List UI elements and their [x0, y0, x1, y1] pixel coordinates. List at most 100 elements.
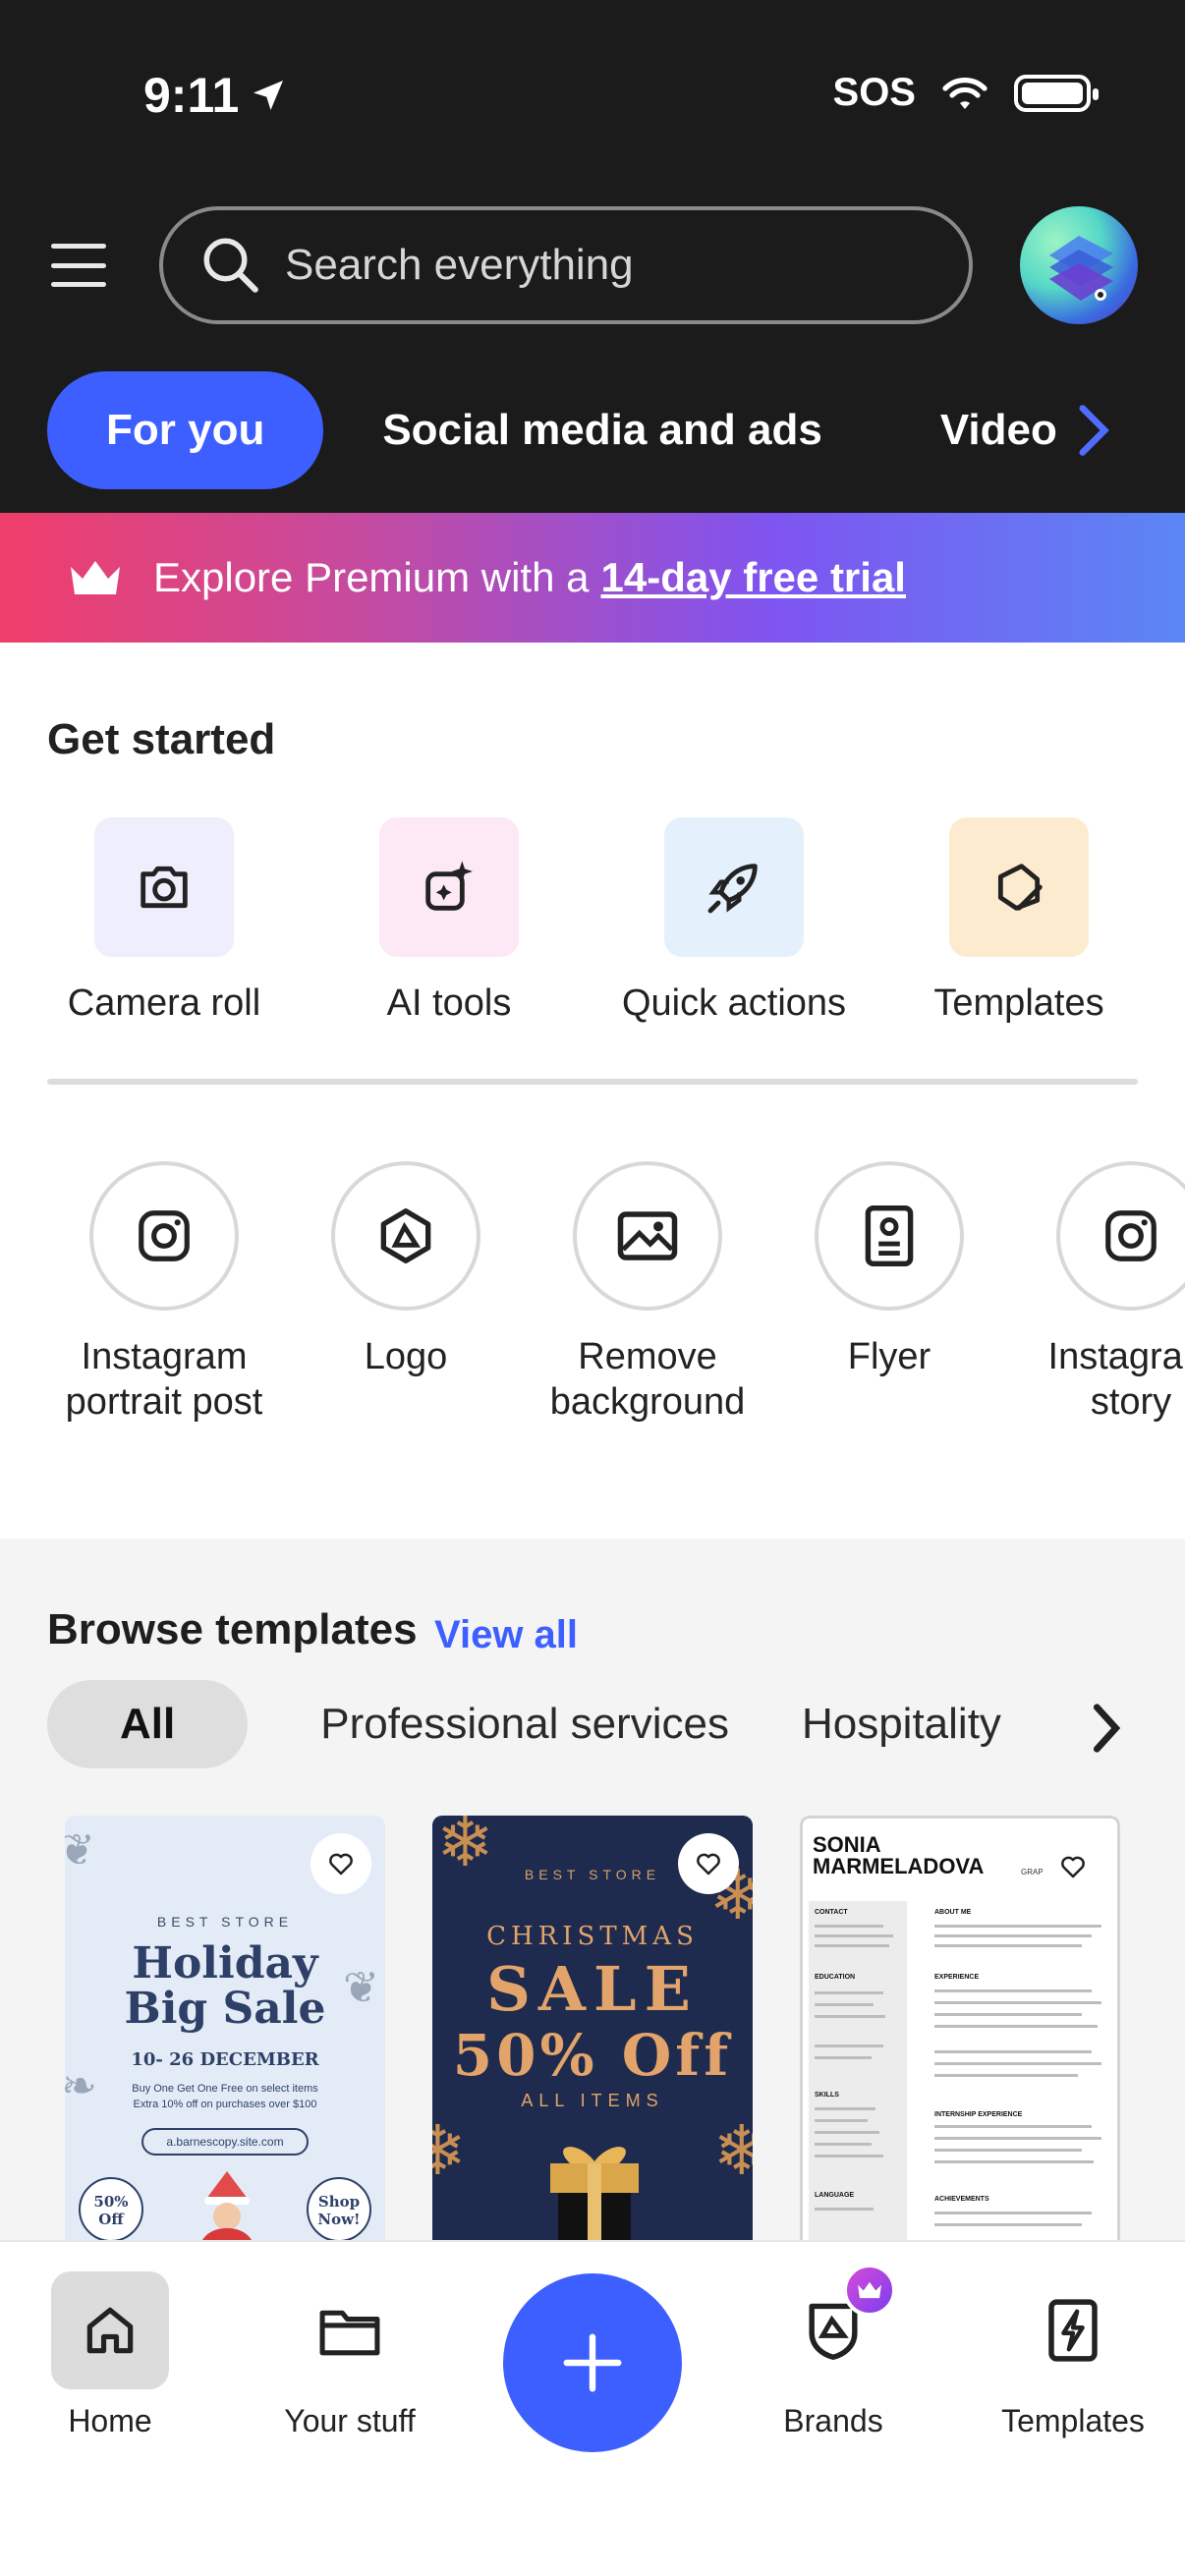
rocket-icon — [664, 817, 804, 957]
text-line — [815, 2208, 874, 2211]
camera-roll-label: Camera roll — [67, 982, 261, 1024]
nav-brands-label: Brands — [783, 2403, 883, 2438]
nav-brands[interactable]: Brands — [735, 2271, 931, 2439]
get-started-row: Camera roll AI tools Quick actions Templ… — [0, 817, 1185, 1025]
nav-your-stuff[interactable]: Your stuff — [252, 2271, 448, 2439]
location-arrow-icon — [254, 81, 284, 110]
search-input[interactable] — [285, 241, 914, 290]
flyer-icon — [815, 1161, 964, 1311]
logo-button[interactable]: Logo — [285, 1161, 527, 1425]
crown-icon — [71, 561, 120, 594]
text-line — [815, 2119, 868, 2122]
text-line — [934, 2160, 1094, 2163]
card-offer-line: Buy One Get One Free on select items — [132, 2083, 318, 2095]
resume-name: SONIA MARMELADOVA — [813, 1834, 984, 1877]
premium-crown-badge — [843, 2264, 896, 2317]
template-card-holiday-sale[interactable]: ❦ ❦ ❧ BEST STORE Holiday Big Sale 10- 26… — [65, 1816, 385, 2248]
battery-icon — [1014, 74, 1099, 112]
remove-background-button[interactable]: Remove background — [527, 1161, 768, 1425]
text-line — [934, 2013, 1082, 2016]
favorite-button[interactable] — [678, 1833, 739, 1894]
ai-tools-button[interactable]: AI tools — [307, 817, 592, 1025]
resume-name-line: SONIA — [813, 1832, 881, 1857]
menu-button[interactable] — [51, 244, 106, 287]
text-line — [934, 2223, 1082, 2226]
text-line — [934, 2001, 1101, 2004]
tab-social-media[interactable]: Social media and ads — [323, 371, 881, 489]
template-card-resume[interactable]: SONIA MARMELADOVA GRAPHIC CONTACT ABOUT … — [800, 1816, 1120, 2248]
nav-templates[interactable]: Templates — [975, 2271, 1171, 2439]
camera-roll-button[interactable]: Camera roll — [22, 817, 307, 1025]
templates-button[interactable]: Templates — [876, 817, 1161, 1025]
browse-templates-section: Browse templates View all All Profession… — [0, 1539, 1185, 2248]
view-all-link[interactable]: View all — [434, 1613, 578, 1657]
nav-home[interactable]: Home — [12, 2271, 208, 2439]
favorite-button[interactable] — [1043, 1836, 1103, 1897]
chip-hospitality[interactable]: Hospitality — [802, 1680, 1001, 1768]
status-time: 9:11 — [143, 67, 288, 124]
search-icon — [203, 238, 258, 293]
text-line — [815, 2143, 872, 2146]
section-divider — [47, 1079, 1138, 1085]
camera-icon — [94, 817, 234, 957]
templates-bolt-icon — [1014, 2271, 1132, 2389]
instagram-story-button[interactable]: Instagram story — [1010, 1161, 1185, 1425]
snowflake-decoration: ❄ — [712, 2112, 753, 2189]
resume-section-heading: INTERNSHIP EXPERIENCE — [934, 2111, 1023, 2118]
flyer-button[interactable]: Flyer — [768, 1161, 1010, 1425]
text-line — [934, 2025, 1098, 2028]
card-url: a.barnescopy.site.com — [141, 2128, 309, 2156]
logo-icon — [331, 1161, 480, 1311]
templates-label: Templates — [933, 982, 1104, 1024]
card-sale: SALE — [486, 1953, 699, 2025]
text-line — [934, 1944, 1082, 1947]
card-subtitle: ALL ITEMS — [521, 2091, 664, 2110]
chips-scroll-right-button[interactable] — [1087, 1700, 1126, 1762]
nav-your-stuff-label: Your stuff — [284, 2403, 416, 2438]
chip-all[interactable]: All — [47, 1680, 249, 1768]
bottom-navigation: Home Your stuff Brands Templates — [0, 2240, 1185, 2576]
tab-video[interactable]: Video — [881, 371, 1057, 489]
quick-actions-button[interactable]: Quick actions — [592, 817, 876, 1025]
tabs-scroll-right-button[interactable] — [1071, 401, 1116, 465]
instagram-portrait-post-button[interactable]: Instagram portrait post — [43, 1161, 285, 1425]
card-dates: 10- 26 DECEMBER — [131, 2049, 319, 2070]
card-title: Holiday Big Sale — [65, 1941, 385, 2032]
resume-section-heading: LANGUAGE — [815, 2192, 855, 2199]
text-line — [934, 1989, 1092, 1992]
resume-section-heading: EDUCATION — [815, 1974, 856, 1981]
text-line — [815, 1991, 883, 1994]
free-trial-link[interactable]: 14-day free trial — [600, 554, 906, 601]
resume-name-line: MARMELADOVA — [813, 1854, 985, 1878]
nav-templates-label: Templates — [1001, 2403, 1145, 2438]
search-bar[interactable] — [159, 206, 973, 324]
text-line — [934, 2125, 1092, 2128]
template-card-christmas-sale[interactable]: ❄ ❄ ❄ ❄ BEST STORE CHRISTMAS SALE 50% Of… — [432, 1816, 753, 2248]
instagram-icon — [89, 1161, 239, 1311]
premium-promo-banner[interactable]: Explore Premium with a 14-day free trial — [0, 513, 1185, 643]
chip-professional-services[interactable]: Professional services — [320, 1680, 729, 1768]
favorite-button[interactable] — [310, 1833, 371, 1894]
plus-icon — [563, 2333, 622, 2392]
nav-home-label: Home — [68, 2403, 152, 2438]
top-bar: 9:11 SOS Search everything For you Socia… — [0, 0, 1185, 513]
text-line — [934, 1925, 1101, 1928]
templates-icon — [949, 817, 1089, 957]
card-offer-text: Buy One Get One Free on select items Ext… — [65, 2081, 385, 2112]
status-time-text: 9:11 — [143, 68, 240, 123]
avatar-art — [1049, 236, 1113, 301]
chevron-right-icon — [1093, 1704, 1121, 1753]
resume-section-heading: SKILLS — [815, 2092, 839, 2099]
card-badge-discount: 50% Off — [79, 2177, 143, 2242]
create-button[interactable] — [503, 2273, 682, 2452]
instagram-story-label: Instagram story — [1047, 1336, 1185, 1423]
sparkle-edit-icon — [379, 817, 519, 957]
text-line — [815, 2107, 875, 2110]
resume-section-heading: EXPERIENCE — [934, 1974, 980, 1981]
card-discount: 50% Off — [452, 2022, 733, 2089]
gift-illustration — [550, 2147, 639, 2248]
card-title-line: Holiday — [132, 1938, 318, 1988]
avatar[interactable] — [1020, 206, 1138, 324]
promo-text: Explore Premium with a — [153, 554, 590, 600]
tab-for-you[interactable]: For you — [47, 371, 324, 489]
